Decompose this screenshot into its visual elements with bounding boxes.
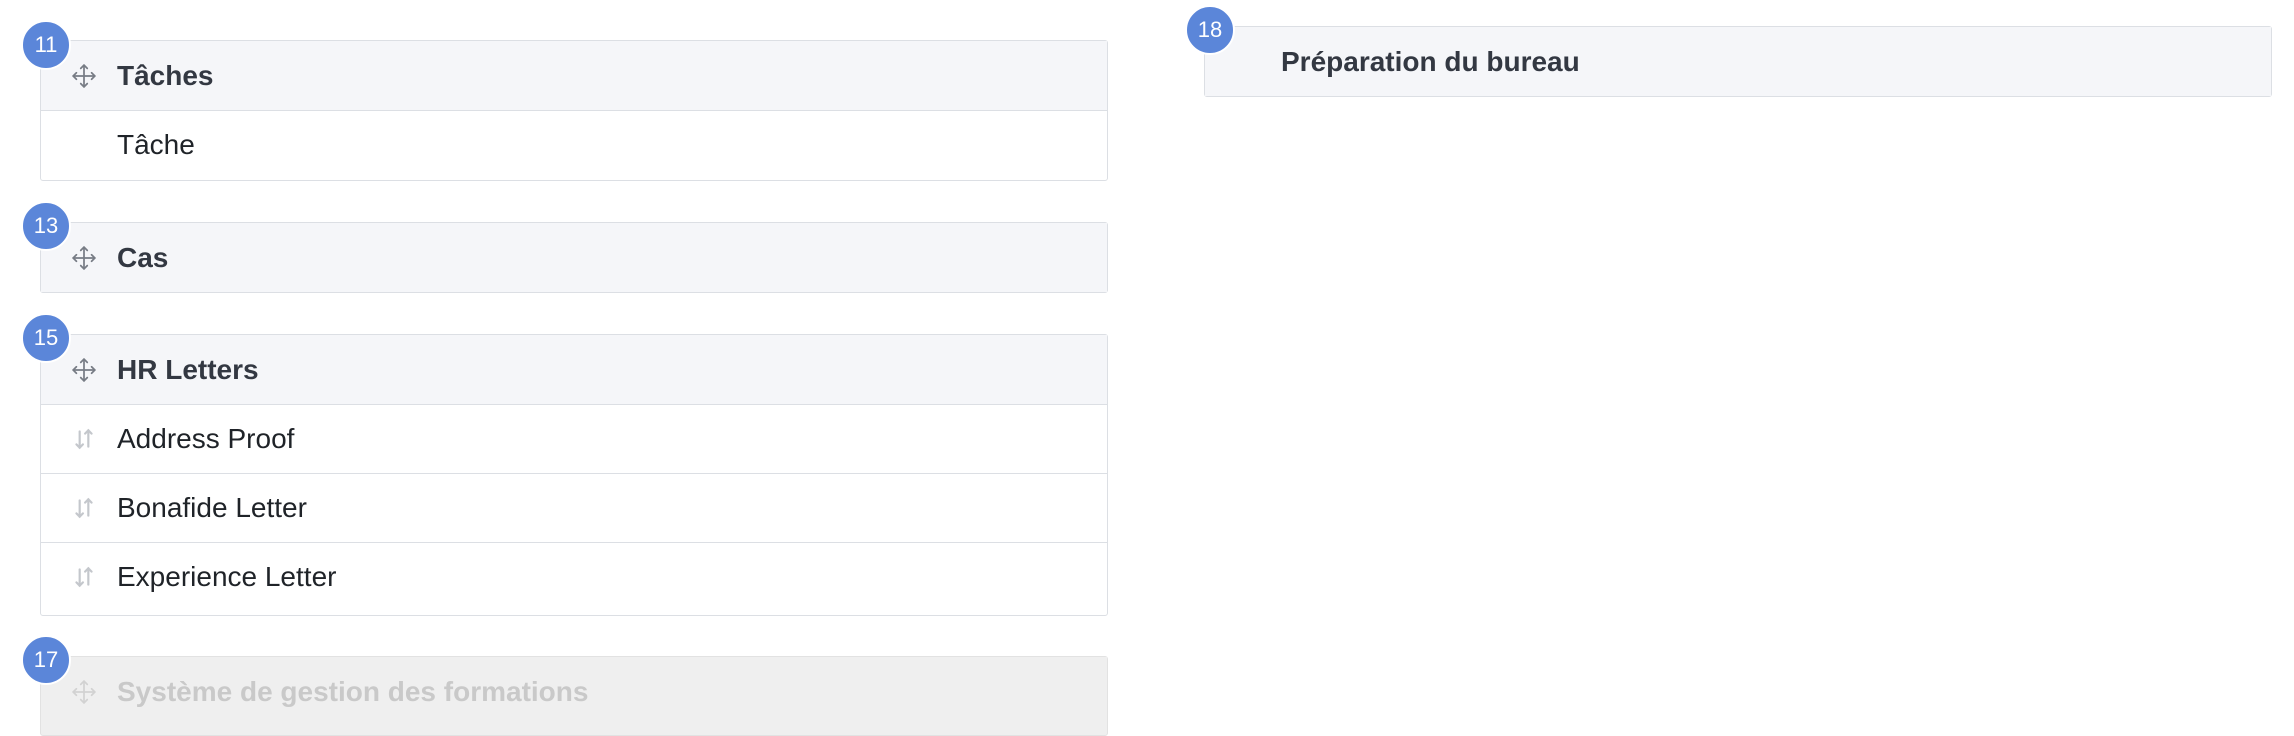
group-title: HR Letters (117, 353, 259, 385)
group-taches: Tâches Tâche (40, 40, 1108, 181)
move-icon[interactable] (71, 679, 97, 705)
group-header[interactable]: Système de gestion des formations (41, 657, 1107, 726)
list-item[interactable]: Experience Letter (41, 542, 1107, 611)
list-item[interactable]: Tâche (41, 110, 1107, 179)
group-header[interactable]: HR Letters (41, 335, 1107, 404)
item-label: Address Proof (117, 423, 295, 454)
group-number-badge: 11 (21, 20, 71, 70)
sort-arrows-icon[interactable] (71, 564, 97, 590)
group-hr-letters: HR Letters Address Proof Bonafide Letter… (40, 334, 1108, 616)
list-item[interactable]: Bonafide Letter (41, 473, 1107, 542)
group-number-badge: 13 (21, 201, 71, 251)
list-item[interactable]: Address Proof (41, 404, 1107, 473)
move-icon[interactable] (71, 63, 97, 89)
group-title: Système de gestion des formations (117, 675, 589, 707)
item-label: Tâche (117, 129, 195, 160)
group-number-badge: 15 (21, 313, 71, 363)
item-label: Experience Letter (117, 561, 337, 592)
group-title: Tâches (117, 59, 214, 91)
group-preparation-du-bureau: Préparation du bureau (1204, 26, 2272, 97)
move-icon[interactable] (71, 245, 97, 271)
sort-arrows-icon[interactable] (71, 495, 97, 521)
group-header[interactable]: Cas (41, 223, 1107, 292)
group-number-badge: 17 (21, 635, 71, 685)
group-title: Cas (117, 241, 169, 273)
move-icon[interactable] (71, 357, 97, 383)
group-systeme-gestion-formations: Système de gestion des formations (40, 656, 1108, 736)
group-title: Préparation du bureau (1281, 45, 1580, 77)
group-cas: Cas (40, 222, 1108, 293)
item-label: Bonafide Letter (117, 492, 307, 523)
group-header[interactable]: Préparation du bureau (1205, 27, 2271, 96)
group-header[interactable]: Tâches (41, 41, 1107, 110)
group-number-badge: 18 (1185, 5, 1235, 55)
sort-arrows-icon[interactable] (71, 426, 97, 452)
